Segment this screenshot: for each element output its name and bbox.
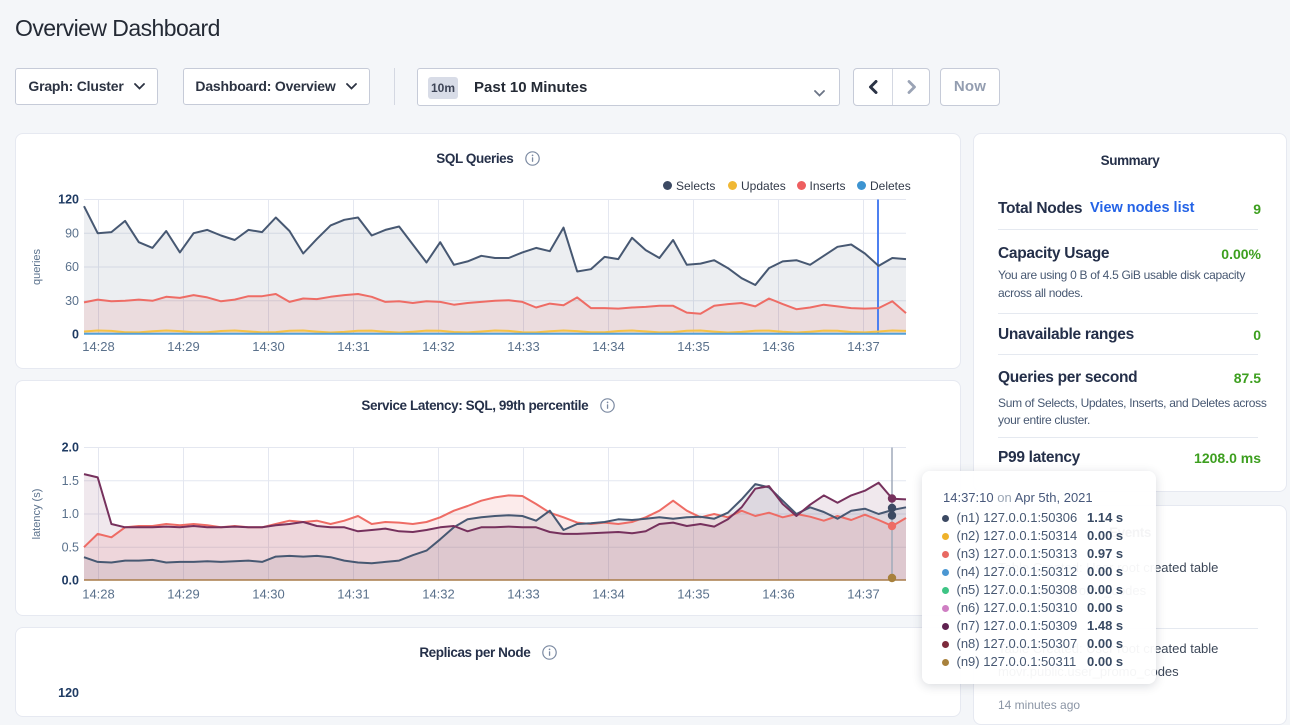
svg-text:14:35: 14:35 <box>677 339 710 354</box>
svg-text:14:34: 14:34 <box>592 339 625 354</box>
svg-text:latency (s): latency (s) <box>31 488 43 539</box>
svg-text:queries: queries <box>31 248 43 285</box>
svg-text:14:28: 14:28 <box>82 586 115 601</box>
svg-text:60: 60 <box>65 260 79 274</box>
svg-text:14:36: 14:36 <box>762 339 795 354</box>
svg-text:14:31: 14:31 <box>337 586 370 601</box>
svg-text:14:32: 14:32 <box>422 586 455 601</box>
svg-text:90: 90 <box>65 226 79 240</box>
svg-text:14:33: 14:33 <box>507 586 540 601</box>
svg-text:14:35: 14:35 <box>677 586 710 601</box>
svg-text:14:30: 14:30 <box>252 339 285 354</box>
svg-text:1.5: 1.5 <box>62 473 79 487</box>
svg-text:14:37: 14:37 <box>847 586 880 601</box>
svg-text:14:30: 14:30 <box>252 586 285 601</box>
svg-text:0.5: 0.5 <box>62 540 79 554</box>
svg-text:14:31: 14:31 <box>337 339 370 354</box>
svg-text:14:28: 14:28 <box>82 339 115 354</box>
svg-text:14:34: 14:34 <box>592 586 625 601</box>
svg-text:0: 0 <box>72 328 79 342</box>
svg-text:2.0: 2.0 <box>62 440 79 454</box>
svg-text:14:37: 14:37 <box>847 339 880 354</box>
svg-text:14:29: 14:29 <box>167 586 200 601</box>
svg-text:14:36: 14:36 <box>762 586 795 601</box>
svg-text:14:29: 14:29 <box>167 339 200 354</box>
svg-text:14:33: 14:33 <box>507 339 540 354</box>
svg-text:1.0: 1.0 <box>62 507 79 521</box>
svg-text:120: 120 <box>58 193 79 207</box>
svg-text:0.0: 0.0 <box>62 573 79 587</box>
svg-text:30: 30 <box>65 294 79 308</box>
svg-text:14:32: 14:32 <box>422 339 455 354</box>
